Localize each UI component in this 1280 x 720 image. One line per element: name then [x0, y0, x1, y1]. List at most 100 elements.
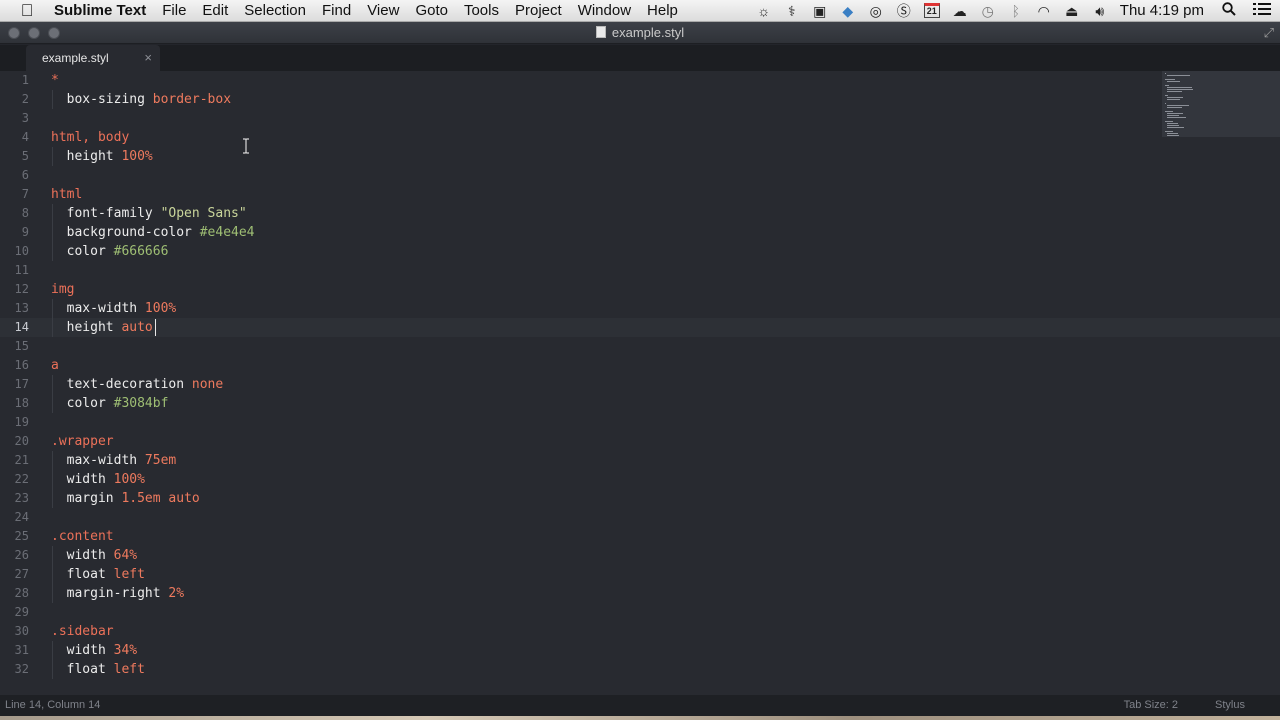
dropbox-icon[interactable]: ◆	[834, 0, 862, 22]
evernote-icon[interactable]: Ⓢ	[890, 0, 918, 22]
code-token: width	[51, 643, 114, 658]
line-number: 12	[14, 282, 29, 296]
menu-tools[interactable]: Tools	[456, 0, 507, 22]
line-number: 25	[14, 529, 29, 543]
code-line[interactable]: .content	[51, 527, 114, 546]
ibeam-cursor-icon	[243, 138, 249, 154]
bluetooth-icon[interactable]: ᛒ	[1002, 0, 1030, 22]
code-token: 2%	[168, 586, 185, 601]
code-line[interactable]: .sidebar	[51, 622, 114, 641]
code-token: left	[113, 567, 145, 582]
camera-icon[interactable]: ▣	[806, 0, 834, 22]
code-line[interactable]: html	[51, 185, 82, 204]
menu-edit[interactable]: Edit	[194, 0, 236, 22]
cloud-icon[interactable]: ☁	[946, 0, 974, 22]
code-line[interactable]: a	[51, 356, 59, 375]
tab-example-styl[interactable]: example.styl ×	[26, 45, 160, 71]
minimap-line	[1167, 125, 1179, 126]
code-line[interactable]: img	[51, 280, 74, 299]
cursor-position[interactable]: Line 14, Column 14	[5, 695, 100, 716]
volume-icon[interactable]: 🔊︎	[1086, 0, 1114, 22]
code-line[interactable]: width 64%	[51, 546, 137, 565]
line-number: 2	[21, 92, 29, 106]
line-number: 5	[21, 149, 29, 163]
line-number: 1	[21, 73, 29, 87]
code-token: a	[51, 358, 59, 373]
minimap-line	[1165, 103, 1166, 104]
code-line[interactable]: width 100%	[51, 470, 145, 489]
line-number: 10	[14, 244, 29, 258]
menu-help[interactable]: Help	[639, 0, 686, 22]
fullscreen-icon[interactable]: ⤢	[1264, 25, 1274, 41]
rocket-icon[interactable]: ⚕	[778, 0, 806, 22]
code-token: .wrapper	[51, 434, 114, 449]
code-token: width	[51, 472, 114, 487]
line-number: 13	[14, 301, 29, 315]
menu-window[interactable]: Window	[570, 0, 639, 22]
menu-selection[interactable]: Selection	[236, 0, 314, 22]
code-token: margin	[51, 491, 122, 506]
code-line[interactable]: height auto	[51, 318, 153, 337]
code-line[interactable]: background-color #e4e4e4	[51, 223, 255, 242]
code-line[interactable]: color #666666	[51, 242, 169, 261]
code-line[interactable]: box-sizing border-box	[51, 90, 231, 109]
apple-menu-icon[interactable]: 	[0, 0, 54, 22]
menu-file[interactable]: File	[154, 0, 194, 22]
code-editor[interactable]: 1 2 3 4 5 6 7 8 9 10 11 12 13 14 15 16 17 18 19 20 21 22 23 24 2…	[0, 71, 1280, 695]
code-line[interactable]: height 100%	[51, 147, 153, 166]
menu-bar:  Sublime Text FileEditSelectionFindView…	[0, 0, 1280, 22]
code-line[interactable]: margin-right 2%	[51, 584, 184, 603]
code-line[interactable]: margin 1.5em auto	[51, 489, 200, 508]
code-line[interactable]: color #3084bf	[51, 394, 169, 413]
wifi-icon[interactable]: ◠	[1030, 0, 1058, 22]
status-bar: Line 14, Column 14 Tab Size: 2 Stylus	[0, 695, 1280, 716]
code-token: 64%	[113, 548, 138, 563]
menu-items: File Edit Selection Find View Goto Tools Projec…	[154, 0, 686, 22]
app-menu[interactable]: Sublime Text	[54, 0, 154, 22]
tab-size-indicator[interactable]: Tab Size: 2	[1124, 695, 1178, 716]
current-line-highlight	[0, 318, 1280, 337]
code-line[interactable]: html, body	[51, 128, 129, 147]
creative-cloud-icon[interactable]: ◎	[862, 0, 890, 22]
code-token: width	[51, 548, 114, 563]
close-tab-icon[interactable]: ×	[144, 45, 152, 71]
minimap-line	[1167, 81, 1180, 82]
code-line[interactable]: max-width 75em	[51, 451, 177, 470]
notification-center-icon[interactable]	[1244, 0, 1280, 22]
line-number: 18	[14, 396, 29, 410]
code-line[interactable]: max-width 100%	[51, 299, 177, 318]
minimap[interactable]	[1162, 71, 1280, 137]
code-token: #3084bf	[113, 396, 169, 411]
code-token: 100%	[121, 149, 153, 164]
line-number: 3	[21, 111, 29, 125]
code-line[interactable]: float left	[51, 565, 145, 584]
line-number: 7	[21, 187, 29, 201]
minimap-line	[1167, 117, 1186, 118]
brightness-icon[interactable]: ☼	[750, 0, 778, 22]
window-title-bar: example.styl ⤢	[0, 22, 1280, 44]
code-token: #e4e4e4	[199, 225, 255, 240]
minimap-line	[1167, 91, 1182, 92]
calendar-icon[interactable]: 21	[918, 0, 946, 22]
window-title: example.styl	[0, 22, 1280, 44]
menu-find[interactable]: Find	[314, 0, 359, 22]
code-line[interactable]: font-family "Open Sans"	[51, 204, 247, 223]
code-line[interactable]: text-decoration none	[51, 375, 224, 394]
code-token: #666666	[113, 244, 169, 259]
menu-view[interactable]: View	[359, 0, 407, 22]
menu-project[interactable]: Project	[507, 0, 570, 22]
minimap-line	[1167, 123, 1178, 124]
eject-icon[interactable]: ⏏	[1058, 0, 1086, 22]
menu-goto[interactable]: Goto	[407, 0, 456, 22]
code-line[interactable]: .wrapper	[51, 432, 114, 451]
clock[interactable]: Thu 4:19 pm	[1114, 0, 1214, 22]
code-line[interactable]: float left	[51, 660, 145, 679]
code-line[interactable]: width 34%	[51, 641, 137, 660]
line-number: 19	[14, 415, 29, 429]
syntax-indicator[interactable]: Stylus	[1215, 695, 1245, 716]
spotlight-search-icon[interactable]	[1214, 0, 1244, 22]
code-line[interactable]: *	[51, 71, 59, 90]
time-machine-icon[interactable]: ◷	[974, 0, 1002, 22]
minimap-line	[1165, 121, 1173, 122]
line-number: 17	[14, 377, 29, 391]
